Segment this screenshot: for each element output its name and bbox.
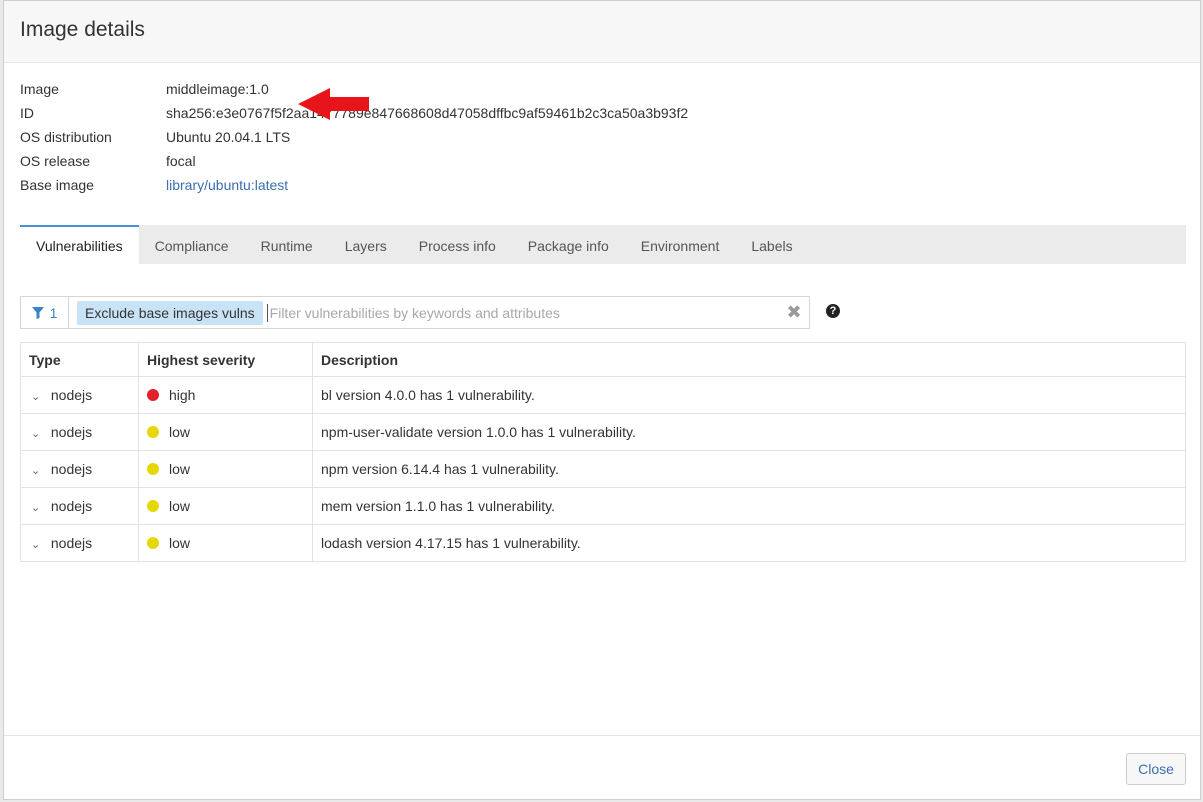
detail-value-id: sha256:e3e0767f5f2aa1477789e847668608d47… bbox=[166, 105, 689, 121]
row-severity: low bbox=[169, 498, 191, 514]
table-row[interactable]: ⌄ nodejs low npm-user-validate version 1… bbox=[20, 413, 1186, 451]
modal-title: Image details bbox=[20, 18, 145, 41]
row-type: nodejs bbox=[50, 498, 93, 514]
row-type: nodejs bbox=[50, 461, 93, 477]
filter-count-button[interactable]: 1 bbox=[21, 297, 69, 328]
modal-footer: Close bbox=[4, 735, 1200, 799]
table-row[interactable]: ⌄ nodejs low lodash version 4.17.15 has … bbox=[20, 524, 1186, 562]
detail-row-base-image: Base image library/ubuntu:latest bbox=[20, 173, 688, 197]
row-description: npm version 6.14.4 has 1 vulnerability. bbox=[312, 450, 1186, 488]
detail-value-image: middleimage:1.0 bbox=[166, 81, 269, 97]
severity-dot-icon bbox=[147, 463, 159, 475]
row-type: nodejs bbox=[50, 387, 93, 403]
severity-dot-icon bbox=[147, 389, 159, 401]
detail-value-os-release: focal bbox=[166, 153, 196, 169]
detail-row-os-distribution: OS distribution Ubuntu 20.04.1 LTS bbox=[20, 125, 688, 149]
row-description: npm-user-validate version 1.0.0 has 1 vu… bbox=[312, 413, 1186, 451]
modal-header: Image details bbox=[4, 1, 1200, 63]
row-type: nodejs bbox=[50, 535, 93, 551]
row-severity: low bbox=[169, 535, 191, 551]
close-icon[interactable]: ✖ bbox=[779, 302, 809, 323]
table-row[interactable]: ⌄ nodejs high bl version 4.0.0 has 1 vul… bbox=[20, 376, 1186, 414]
detail-row-os-release: OS release focal bbox=[20, 149, 688, 173]
image-details-modal: Image details Image middleimage:1.0 ID s… bbox=[3, 0, 1201, 800]
row-severity: high bbox=[169, 387, 196, 403]
tab-labels[interactable]: Labels bbox=[735, 225, 808, 264]
vulnerabilities-table: Type Highest severity Description ⌄ node… bbox=[20, 342, 1186, 562]
table-header-row: Type Highest severity Description bbox=[20, 342, 1186, 377]
chevron-down-icon[interactable]: ⌄ bbox=[31, 538, 47, 551]
detail-label: Image bbox=[20, 81, 59, 97]
close-button[interactable]: Close bbox=[1126, 753, 1186, 785]
tab-layers[interactable]: Layers bbox=[329, 225, 403, 264]
tab-package-info[interactable]: Package info bbox=[512, 225, 625, 264]
tab-runtime[interactable]: Runtime bbox=[245, 225, 329, 264]
severity-dot-icon bbox=[147, 537, 159, 549]
row-type: nodejs bbox=[50, 424, 93, 440]
row-severity: low bbox=[169, 424, 191, 440]
row-severity: low bbox=[169, 461, 191, 477]
row-description: bl version 4.0.0 has 1 vulnerability. bbox=[312, 376, 1186, 414]
chevron-down-icon[interactable]: ⌄ bbox=[31, 464, 47, 477]
filter-count: 1 bbox=[49, 304, 58, 321]
filter-icon bbox=[31, 306, 44, 319]
chevron-down-icon[interactable]: ⌄ bbox=[31, 390, 47, 403]
base-image-link[interactable]: library/ubuntu:latest bbox=[166, 177, 288, 193]
vulnerability-filter-bar: 1 Exclude base images vulns ✖ bbox=[20, 296, 810, 329]
detail-label: Base image bbox=[20, 177, 94, 193]
filter-chip-exclude-base[interactable]: Exclude base images vulns bbox=[77, 300, 263, 325]
tab-compliance[interactable]: Compliance bbox=[139, 225, 245, 264]
row-description: mem version 1.1.0 has 1 vulnerability. bbox=[312, 487, 1186, 525]
detail-label: OS distribution bbox=[20, 129, 112, 145]
chevron-down-icon[interactable]: ⌄ bbox=[31, 427, 47, 440]
table-row[interactable]: ⌄ nodejs low mem version 1.1.0 has 1 vul… bbox=[20, 487, 1186, 525]
filter-search-input[interactable] bbox=[266, 303, 779, 322]
tab-environment[interactable]: Environment bbox=[625, 225, 736, 264]
annotation-arrow-icon bbox=[298, 88, 369, 120]
table-row[interactable]: ⌄ nodejs low npm version 6.14.4 has 1 vu… bbox=[20, 450, 1186, 488]
tab-vulnerabilities[interactable]: Vulnerabilities bbox=[20, 225, 139, 264]
detail-value-os-distribution: Ubuntu 20.04.1 LTS bbox=[166, 129, 291, 145]
severity-dot-icon bbox=[147, 426, 159, 438]
tab-bar: Vulnerabilities Compliance Runtime Layer… bbox=[20, 225, 1186, 264]
chevron-down-icon[interactable]: ⌄ bbox=[31, 501, 47, 514]
row-description: lodash version 4.17.15 has 1 vulnerabili… bbox=[312, 524, 1186, 562]
detail-label: OS release bbox=[20, 153, 91, 169]
tab-process-info[interactable]: Process info bbox=[403, 225, 512, 264]
detail-label: ID bbox=[20, 105, 34, 121]
question-circle-icon[interactable]: ? bbox=[826, 304, 840, 318]
column-header-type[interactable]: Type bbox=[20, 342, 139, 377]
column-header-severity[interactable]: Highest severity bbox=[138, 342, 313, 377]
severity-dot-icon bbox=[147, 500, 159, 512]
column-header-description[interactable]: Description bbox=[312, 342, 1186, 377]
